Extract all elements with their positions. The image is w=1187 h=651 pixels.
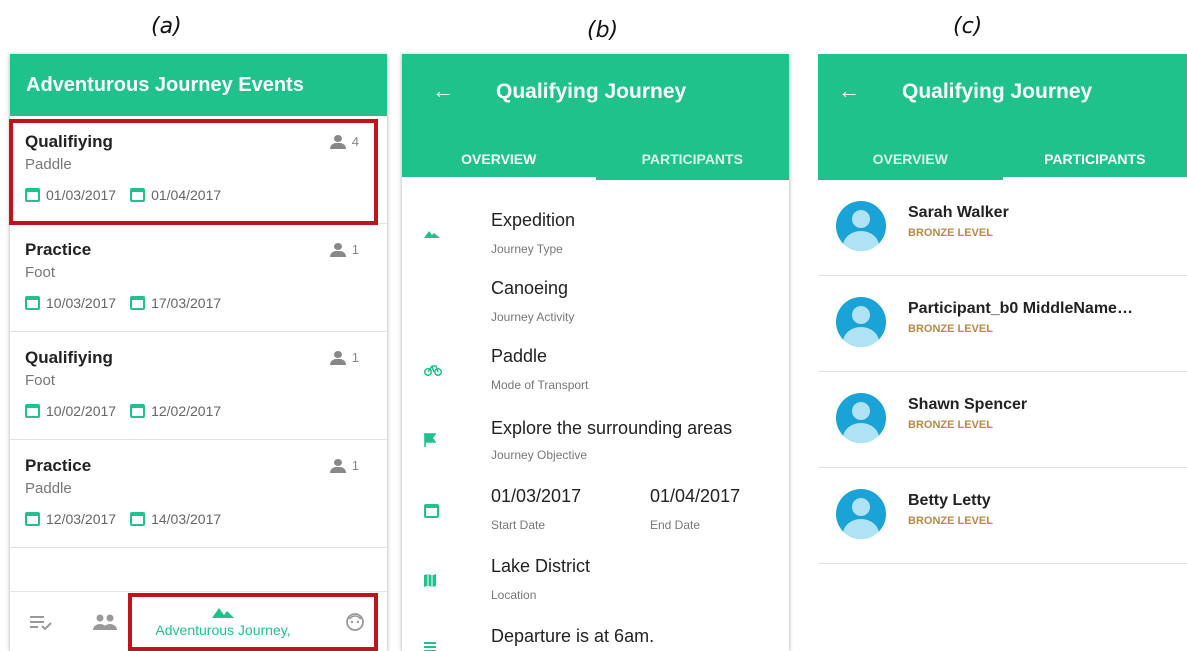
journey-overview-screen: ← Qualifying Journey OVERVIEW PARTICIPAN… [402,54,789,651]
event-dates: 10/02/2017 12/02/2017 [25,403,235,419]
participant-count: 1 [329,458,359,473]
avatar [836,489,886,539]
detail-label: Journey Activity [491,310,575,324]
journey-participants-screen: ← Qualifying Journey OVERVIEW PARTICIPAN… [818,54,1187,651]
participant-name: Participant_b0 MiddleName… [908,300,1133,317]
detail-value: Paddle [491,346,548,366]
participant-name: Betty Letty [908,492,991,509]
tab-participants[interactable]: PARTICIPANTS [596,138,790,180]
person-icon [329,458,346,473]
detail-value: Lake District [491,556,591,576]
detail-label: Start Date [491,518,546,532]
start-date: 12/03/2017 [46,511,117,527]
detail-label: Mode of Transport [491,378,589,392]
end-date: 17/03/2017 [151,295,222,311]
tab-bar: OVERVIEW PARTICIPANTS [402,138,789,180]
detail-label: End Date [650,518,701,532]
participant-name: Sarah Walker [908,204,1009,221]
detail-value: Explore the surrounding areas [491,418,733,438]
caption-b: (b) [587,18,619,43]
participant-row[interactable]: Shawn Spencer BRONZE LEVEL [818,372,1187,468]
calendar-icon [130,512,146,526]
start-date: 10/02/2017 [46,403,117,419]
participant-row[interactable]: Participant_b0 MiddleName… BRONZE LEVEL [818,276,1187,372]
detail-start-date: 01/03/2017 [491,486,582,506]
app-bar: ← Qualifying Journey OVERVIEW PARTICIPAN… [818,54,1187,180]
group-icon [93,614,117,630]
checklist-icon [30,616,52,630]
event-type: Practice [25,456,92,475]
participant-count-value: 1 [351,350,359,365]
participant-level: BRONZE LEVEL [908,419,993,431]
detail-end-date: 01/04/2017 [650,486,741,506]
caption-a: (a) [151,14,182,39]
participant-count-value: 1 [351,458,359,473]
calendar-icon [130,296,146,310]
participant-level: BRONZE LEVEL [908,515,993,527]
participant-row[interactable]: Betty Letty BRONZE LEVEL [818,468,1187,564]
participant-count: 1 [329,350,359,365]
event-transport: Foot [25,372,56,389]
nav-tasks[interactable] [18,592,64,651]
event-type: Practice [25,240,92,259]
tab-overview[interactable]: OVERVIEW [818,138,1003,180]
back-arrow-icon[interactable]: ← [838,78,860,104]
detail-value: Expedition [491,210,576,230]
map-icon [424,574,436,587]
avatar [836,297,886,347]
participant-level: BRONZE LEVEL [908,323,993,335]
calendar-icon [130,404,146,418]
page-title: Qualifying Journey [496,80,687,103]
event-item[interactable]: Practice Paddle 1 12/03/2017 14/03/2017 [10,440,387,548]
highlight-box [9,119,378,225]
avatar [836,393,886,443]
tab-overview[interactable]: OVERVIEW [402,138,596,180]
tab-bar: OVERVIEW PARTICIPANTS [818,138,1187,180]
tab-participants[interactable]: PARTICIPANTS [1002,138,1187,180]
participant-row[interactable]: Sarah Walker BRONZE LEVEL [818,180,1187,276]
person-icon [329,242,346,257]
event-type: Qualifiying [25,348,113,367]
detail-label: Journey Type [491,242,563,256]
app-bar: ← Qualifying Journey OVERVIEW PARTICIPAN… [402,54,789,180]
event-transport: Paddle [25,480,72,497]
calendar-icon [25,404,40,418]
end-date: 12/02/2017 [151,403,222,419]
participant-count: 1 [329,242,359,257]
page-title: Qualifying Journey [902,80,1093,103]
event-item[interactable]: Qualifiying Foot 1 10/02/2017 12/02/2017 [10,332,387,440]
highlight-box [128,593,378,651]
event-dates: 12/03/2017 14/03/2017 [25,511,235,527]
app-bar-title: Adventurous Journey Events [10,54,387,116]
avatar [836,201,886,251]
detail-value: Canoeing [491,278,569,298]
event-transport: Foot [25,264,56,281]
notes-icon [424,642,436,651]
detail-label: Journey Objective [491,448,588,462]
flag-icon [424,433,436,447]
nav-groups[interactable] [82,592,128,651]
caption-c: (c) [953,14,983,39]
mountain-icon [424,231,440,238]
participant-level: BRONZE LEVEL [908,227,993,239]
bike-icon [424,365,442,376]
calendar-icon [25,296,40,310]
calendar-icon [424,504,439,518]
event-dates: 10/03/2017 17/03/2017 [25,295,235,311]
calendar-icon [25,512,40,526]
back-arrow-icon[interactable]: ← [432,78,454,104]
event-item[interactable]: Practice Foot 1 10/03/2017 17/03/2017 [10,224,387,332]
person-icon [329,350,346,365]
start-date: 10/03/2017 [46,295,117,311]
detail-value: Departure is at 6am. [491,626,655,646]
detail-label: Location [491,588,537,602]
end-date: 14/03/2017 [151,511,222,527]
participant-name: Shawn Spencer [908,396,1028,413]
participant-count-value: 1 [351,242,359,257]
